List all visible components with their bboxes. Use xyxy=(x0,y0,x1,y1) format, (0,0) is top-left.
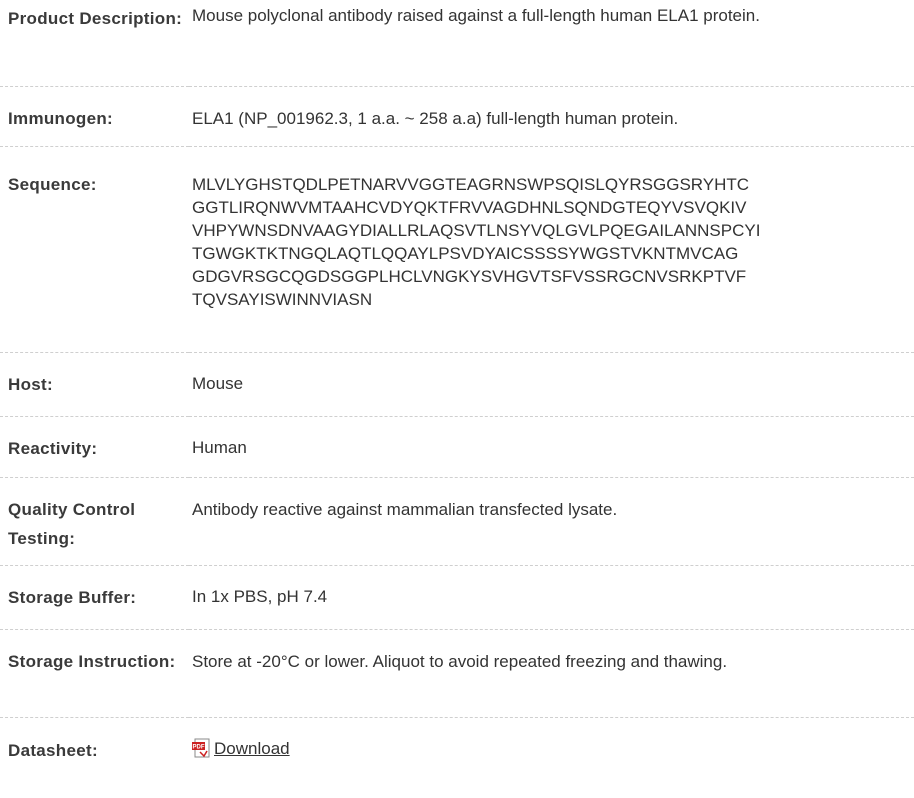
spec-row-quality-control: Quality Control Testing: Antibody reacti… xyxy=(0,477,914,566)
datasheet-label: Datasheet: xyxy=(8,740,98,760)
spec-label-product-description: Product Description: xyxy=(0,0,189,87)
spec-label-storage-instruction: Storage Instruction: xyxy=(0,629,189,718)
spec-value-storage-buffer: In 1x PBS, pH 7.4 xyxy=(189,565,914,630)
svg-text:PDF: PDF xyxy=(193,744,205,750)
sequence-line: MLVLYGHSTQDLPETNARVVGGTEAGRNSWPSQISLQYRS… xyxy=(192,174,750,194)
spec-value-sequence: MLVLYGHSTQDLPETNARVVGGTEAGRNSWPSQISLQYRS… xyxy=(189,146,914,353)
sequence-line: GGTLIRQNWVMTAAHCVDYQKTFRVVAGDHNLSQNDGTEQ… xyxy=(192,197,747,217)
spec-row-product-description: Product Description: Mouse polyclonal an… xyxy=(0,0,914,87)
spec-value-reactivity: Human xyxy=(189,416,914,478)
immunogen-value: ELA1 (NP_001962.3, 1 a.a. ~ 258 a.a) ful… xyxy=(192,108,679,128)
reactivity-label: Reactivity: xyxy=(8,438,98,458)
spec-label-host: Host: xyxy=(0,352,189,417)
spec-value-quality-control: Antibody reactive against mammalian tran… xyxy=(189,477,914,566)
spec-row-sequence: Sequence: MLVLYGHSTQDLPETNARVVGGTEAGRNSW… xyxy=(0,146,914,353)
spec-row-host: Host: Mouse xyxy=(0,352,914,417)
spec-label-immunogen: Immunogen: xyxy=(0,86,189,147)
sequence-line: TQVSAYISWINNVIASN xyxy=(192,289,373,309)
sequence-line: GDGVRSGCQGDSGGPLHCLVNGKYSVHGVTSFVSSRGCNV… xyxy=(192,266,747,286)
host-label: Host: xyxy=(8,374,53,394)
storage-buffer-label: Storage Buffer: xyxy=(8,587,137,607)
storage-buffer-value: In 1x PBS, pH 7.4 xyxy=(192,586,328,606)
host-value: Mouse xyxy=(192,373,244,393)
quality-control-label: Quality Control Testing: xyxy=(8,499,136,548)
storage-instruction-label: Storage Instruction: xyxy=(8,651,176,671)
product-spec-table: Product Description: Mouse polyclonal an… xyxy=(0,0,914,765)
quality-control-value: Antibody reactive against mammalian tran… xyxy=(192,499,618,519)
spec-value-datasheet: PDF Download xyxy=(189,717,914,765)
pdf-icon[interactable]: PDF xyxy=(192,738,212,758)
spec-value-host: Mouse xyxy=(189,352,914,417)
immunogen-label: Immunogen: xyxy=(8,108,113,128)
product-description-label: Product Description: xyxy=(8,9,183,28)
sequence-line: VHPYWNSDNVAAGYDIALLRLAQSVTLNSYVQLGVLPQEG… xyxy=(192,220,761,240)
download-link[interactable]: Download xyxy=(214,739,290,758)
spec-label-quality-control: Quality Control Testing: xyxy=(0,477,189,566)
spec-label-storage-buffer: Storage Buffer: xyxy=(0,565,189,630)
sequence-label: Sequence: xyxy=(8,174,97,194)
spec-label-datasheet: Datasheet: xyxy=(0,717,189,765)
storage-instruction-value: Store at -20°C or lower. Aliquot to avoi… xyxy=(192,651,728,671)
spec-value-product-description: Mouse polyclonal antibody raised against… xyxy=(189,0,914,87)
spec-row-storage-instruction: Storage Instruction: Store at -20°C or l… xyxy=(0,629,914,718)
spec-value-immunogen: ELA1 (NP_001962.3, 1 a.a. ~ 258 a.a) ful… xyxy=(189,86,914,147)
spec-value-storage-instruction: Store at -20°C or lower. Aliquot to avoi… xyxy=(189,629,914,718)
spec-row-datasheet: Datasheet: PDF Download xyxy=(0,717,914,765)
product-description-value: Mouse polyclonal antibody raised against… xyxy=(192,6,760,25)
reactivity-value: Human xyxy=(192,437,247,457)
spec-row-reactivity: Reactivity: Human xyxy=(0,416,914,478)
spec-label-reactivity: Reactivity: xyxy=(0,416,189,478)
sequence-line: TGWGKTKTNGQLAQTLQQAYLPSVDYAICSSSSYWGSTVK… xyxy=(192,243,739,263)
spec-row-storage-buffer: Storage Buffer: In 1x PBS, pH 7.4 xyxy=(0,565,914,630)
spec-label-sequence: Sequence: xyxy=(0,146,189,353)
spec-row-immunogen: Immunogen: ELA1 (NP_001962.3, 1 a.a. ~ 2… xyxy=(0,86,914,147)
